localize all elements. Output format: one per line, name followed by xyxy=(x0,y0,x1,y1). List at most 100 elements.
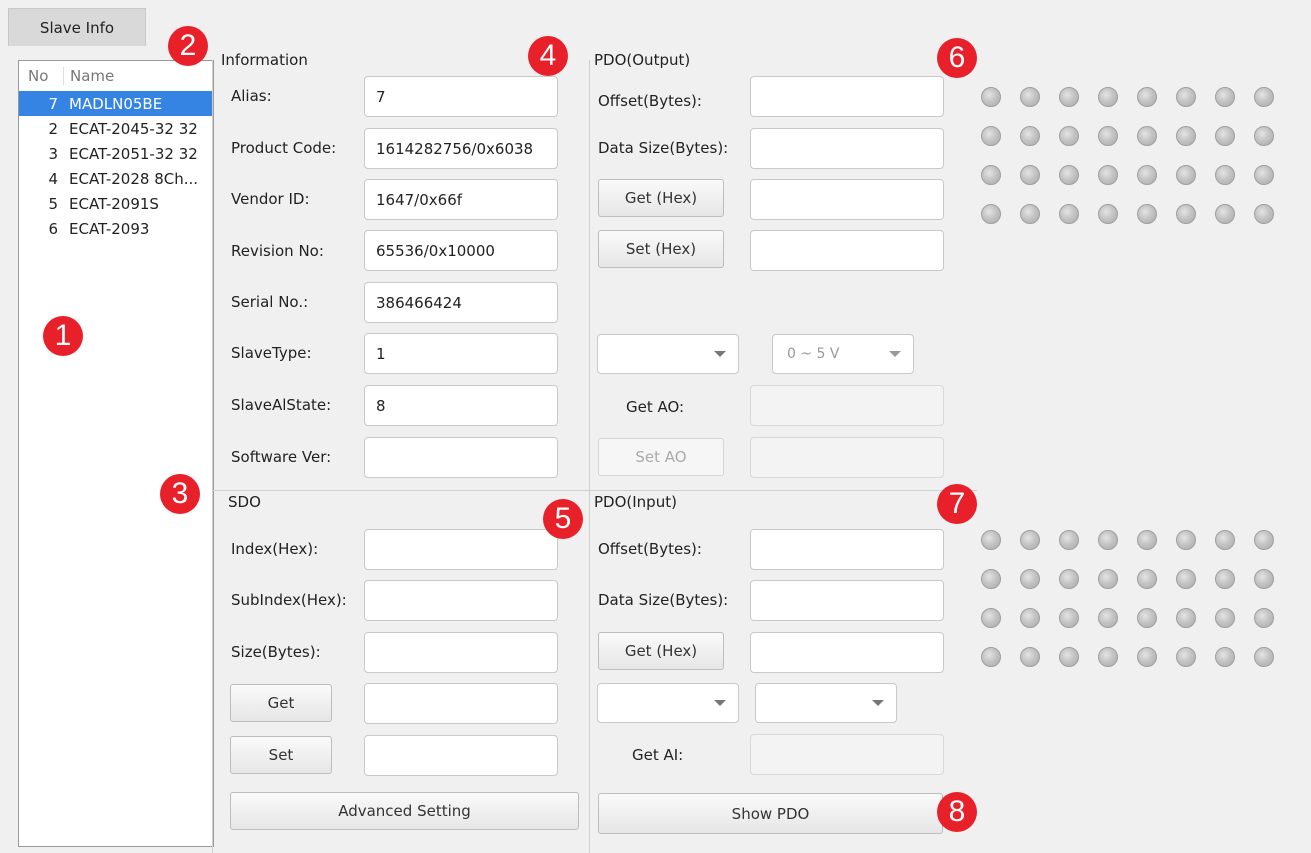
subindex-hex-label: SubIndex(Hex): xyxy=(231,591,347,609)
list-item[interactable]: 2 ECAT-2045-32 32 xyxy=(19,116,213,141)
output-range-select[interactable]: 0 ~ 5 V xyxy=(772,334,914,374)
show-pdo-button[interactable]: Show PDO xyxy=(598,793,943,834)
software-ver-field[interactable] xyxy=(364,437,558,478)
output-get-hex-field[interactable] xyxy=(750,179,944,220)
input-offset-label: Offset(Bytes): xyxy=(598,540,702,558)
led-indicator-icon xyxy=(1176,204,1196,224)
led-indicator-icon xyxy=(1059,608,1079,628)
list-item-name: MADLN05BE xyxy=(69,94,163,113)
get-ao-label: Get AO: xyxy=(626,398,685,416)
list-item[interactable]: 3 ECAT-2051-32 32 xyxy=(19,141,213,166)
output-datasize-field[interactable] xyxy=(750,128,944,169)
product-code-label: Product Code: xyxy=(231,139,337,157)
column-header-name[interactable]: Name xyxy=(64,67,114,85)
led-indicator-icon xyxy=(1059,204,1079,224)
input-offset-field[interactable] xyxy=(750,529,944,570)
led-indicator-icon xyxy=(1137,647,1157,667)
callout-badge-3: 3 xyxy=(160,474,200,514)
output-led-panel xyxy=(981,87,1274,224)
slave-al-state-label: SlaveAlState: xyxy=(231,396,332,414)
led-indicator-icon xyxy=(1020,126,1040,146)
output-range-value: 0 ~ 5 V xyxy=(787,346,840,362)
advanced-setting-button[interactable]: Advanced Setting xyxy=(230,792,579,830)
input-led-panel xyxy=(981,530,1274,667)
led-indicator-icon xyxy=(1137,165,1157,185)
sdo-set-field[interactable] xyxy=(364,735,558,776)
led-indicator-icon xyxy=(1215,530,1235,550)
pdo-input-title: PDO(Input) xyxy=(594,493,677,511)
led-indicator-icon xyxy=(1020,647,1040,667)
led-indicator-icon xyxy=(981,608,1001,628)
tab-slave-info[interactable]: Slave Info xyxy=(8,8,146,46)
output-offset-field[interactable] xyxy=(750,76,944,117)
output-datasize-label: Data Size(Bytes): xyxy=(598,139,729,157)
slave-al-state-field[interactable]: 8 xyxy=(364,385,558,426)
input-datasize-label: Data Size(Bytes): xyxy=(598,591,729,609)
led-indicator-icon xyxy=(1215,165,1235,185)
output-channel-select[interactable] xyxy=(597,334,739,374)
led-indicator-icon xyxy=(1215,647,1235,667)
sdo-get-button[interactable]: Get xyxy=(230,684,332,722)
output-set-hex-field[interactable] xyxy=(750,230,944,271)
led-indicator-icon xyxy=(1254,647,1274,667)
slave-list[interactable]: No Name 7 MADLN05BE 2 ECAT-2045-32 32 3 … xyxy=(18,60,214,847)
input-range-select[interactable] xyxy=(755,683,897,723)
led-indicator-icon xyxy=(1098,569,1118,589)
revision-no-field[interactable]: 65536/0x10000 xyxy=(364,230,558,271)
callout-badge-6: 6 xyxy=(937,38,977,78)
led-indicator-icon xyxy=(1254,126,1274,146)
vendor-id-label: Vendor ID: xyxy=(231,190,310,208)
vendor-id-field[interactable]: 1647/0x66f xyxy=(364,179,558,220)
led-indicator-icon xyxy=(1098,530,1118,550)
callout-badge-5: 5 xyxy=(543,499,583,539)
list-item[interactable]: 6 ECAT-2093 xyxy=(19,216,213,241)
led-indicator-icon xyxy=(1020,569,1040,589)
led-indicator-icon xyxy=(1176,165,1196,185)
output-get-hex-button[interactable]: Get (Hex) xyxy=(598,179,724,217)
sdo-get-field[interactable] xyxy=(364,683,558,724)
get-ai-field[interactable] xyxy=(750,734,944,775)
alias-label: Alias: xyxy=(231,87,272,105)
revision-no-label: Revision No: xyxy=(231,242,324,260)
get-ao-field[interactable] xyxy=(750,385,944,426)
led-indicator-icon xyxy=(981,530,1001,550)
list-item-name: ECAT-2028 8Ch... xyxy=(69,169,199,188)
led-indicator-icon xyxy=(1098,204,1118,224)
led-indicator-icon xyxy=(1254,204,1274,224)
size-bytes-field[interactable] xyxy=(364,632,558,673)
list-item-name: ECAT-2051-32 32 xyxy=(69,144,198,163)
list-item[interactable]: 7 MADLN05BE xyxy=(19,91,213,116)
input-channel-select[interactable] xyxy=(597,683,739,723)
list-item[interactable]: 5 ECAT-2091S xyxy=(19,191,213,216)
sdo-set-button[interactable]: Set xyxy=(230,736,332,774)
led-indicator-icon xyxy=(1176,530,1196,550)
subindex-hex-field[interactable] xyxy=(364,580,558,621)
pdo-output-title: PDO(Output) xyxy=(594,51,691,69)
set-ao-field[interactable] xyxy=(750,437,944,478)
slave-type-field[interactable]: 1 xyxy=(364,333,558,374)
index-hex-label: Index(Hex): xyxy=(231,540,319,558)
serial-no-field[interactable]: 386466424 xyxy=(364,282,558,323)
led-indicator-icon xyxy=(1215,126,1235,146)
led-indicator-icon xyxy=(1059,530,1079,550)
input-datasize-field[interactable] xyxy=(750,580,944,621)
column-header-no[interactable]: No xyxy=(19,67,64,85)
set-ao-button[interactable]: Set AO xyxy=(598,438,724,476)
output-offset-label: Offset(Bytes): xyxy=(598,92,702,110)
led-indicator-icon xyxy=(1020,204,1040,224)
led-indicator-icon xyxy=(981,87,1001,107)
input-get-hex-button[interactable]: Get (Hex) xyxy=(598,632,724,670)
slave-type-label: SlaveType: xyxy=(231,344,312,362)
led-indicator-icon xyxy=(1059,569,1079,589)
led-indicator-icon xyxy=(1098,165,1118,185)
divider xyxy=(212,490,977,491)
input-get-hex-field[interactable] xyxy=(750,632,944,673)
list-item-no: 6 xyxy=(48,219,58,238)
alias-field[interactable]: 7 xyxy=(364,76,558,117)
led-indicator-icon xyxy=(1176,126,1196,146)
output-set-hex-button[interactable]: Set (Hex) xyxy=(598,230,724,268)
index-hex-field[interactable] xyxy=(364,529,558,570)
product-code-field[interactable]: 1614282756/0x6038 xyxy=(364,128,558,169)
list-item[interactable]: 4 ECAT-2028 8Ch... xyxy=(19,166,213,191)
led-indicator-icon xyxy=(1059,126,1079,146)
